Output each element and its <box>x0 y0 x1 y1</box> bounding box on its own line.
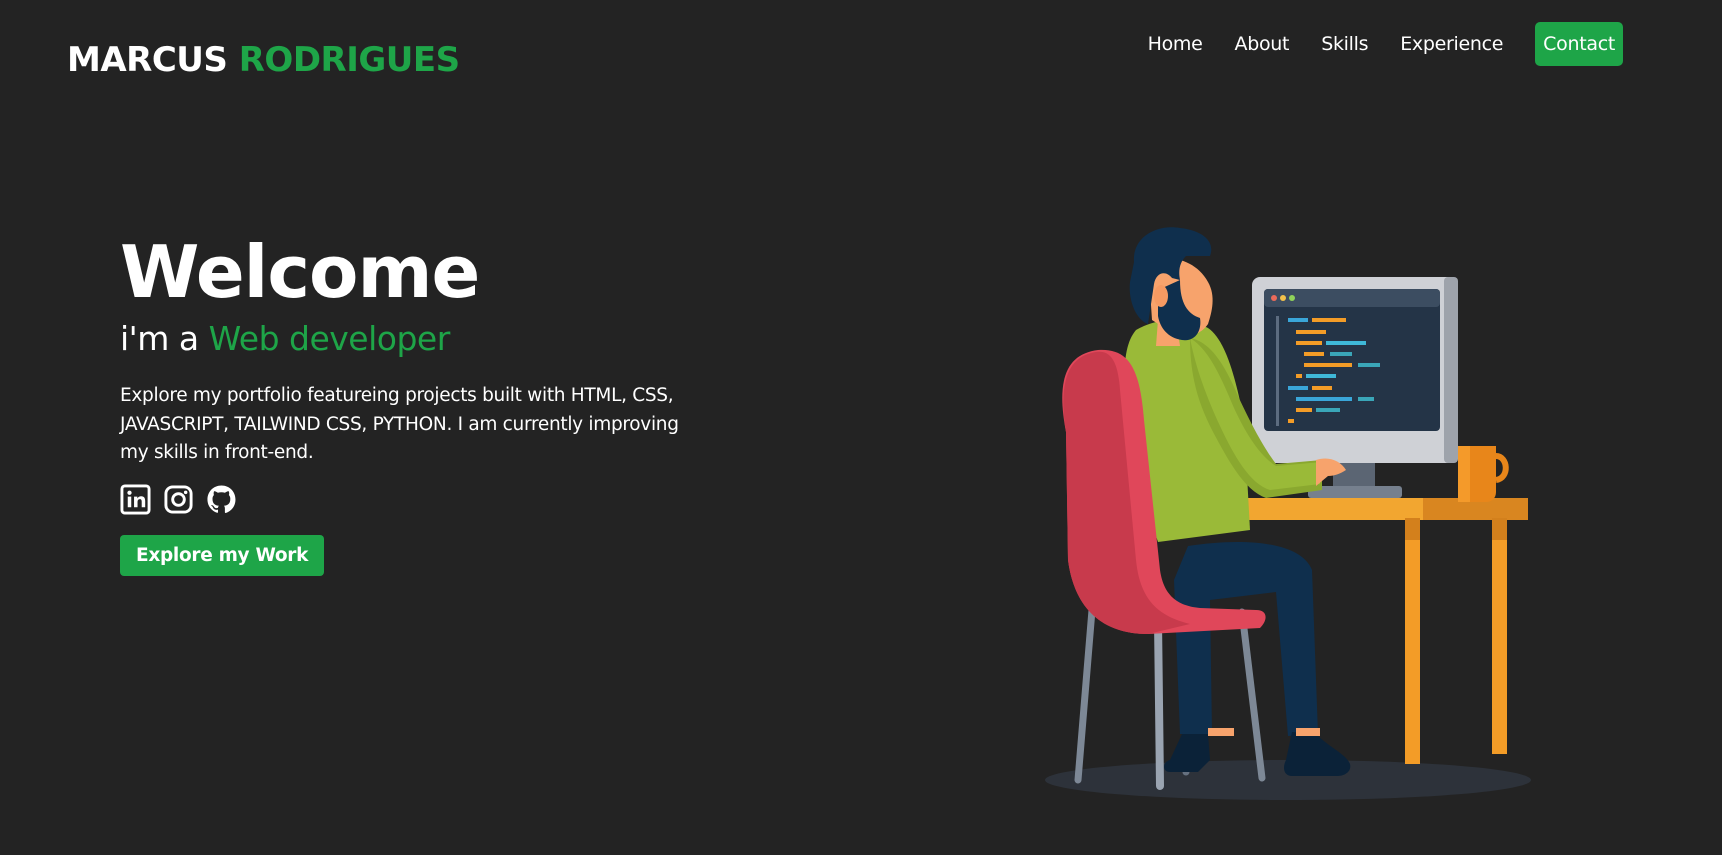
logo-first-name: MARCUS <box>67 40 228 80</box>
nav-experience[interactable]: Experience <box>1392 23 1511 65</box>
developer-illustration <box>1040 220 1540 810</box>
nav-contact-button[interactable]: Contact <box>1535 22 1623 66</box>
hero-section: Welcome i'm a Web developer Explore my p… <box>120 228 700 576</box>
hero-description: Explore my portfolio featureing projects… <box>120 385 679 463</box>
social-links <box>120 483 700 515</box>
github-icon[interactable] <box>206 484 237 515</box>
nav-home[interactable]: Home <box>1140 23 1211 65</box>
subtitle-prefix: i'm a <box>120 319 209 358</box>
nav-skills[interactable]: Skills <box>1313 23 1376 65</box>
hero-title: Welcome <box>120 230 480 314</box>
site-logo[interactable]: MARCUS RODRIGUES <box>67 40 460 80</box>
logo-last-name: RODRIGUES <box>238 40 460 80</box>
main-nav: Home About Skills Experience Contact <box>1124 22 1623 66</box>
linkedin-icon[interactable] <box>120 483 151 515</box>
hero-subtitle: i'm a Web developer <box>120 316 700 362</box>
explore-work-button[interactable]: Explore my Work <box>120 534 325 576</box>
portfolio-page: MARCUS RODRIGUES Home About Skills Exper… <box>0 0 1722 855</box>
subtitle-role: Web developer <box>208 319 451 358</box>
nav-about[interactable]: About <box>1227 23 1298 65</box>
instagram-icon[interactable] <box>163 484 194 515</box>
